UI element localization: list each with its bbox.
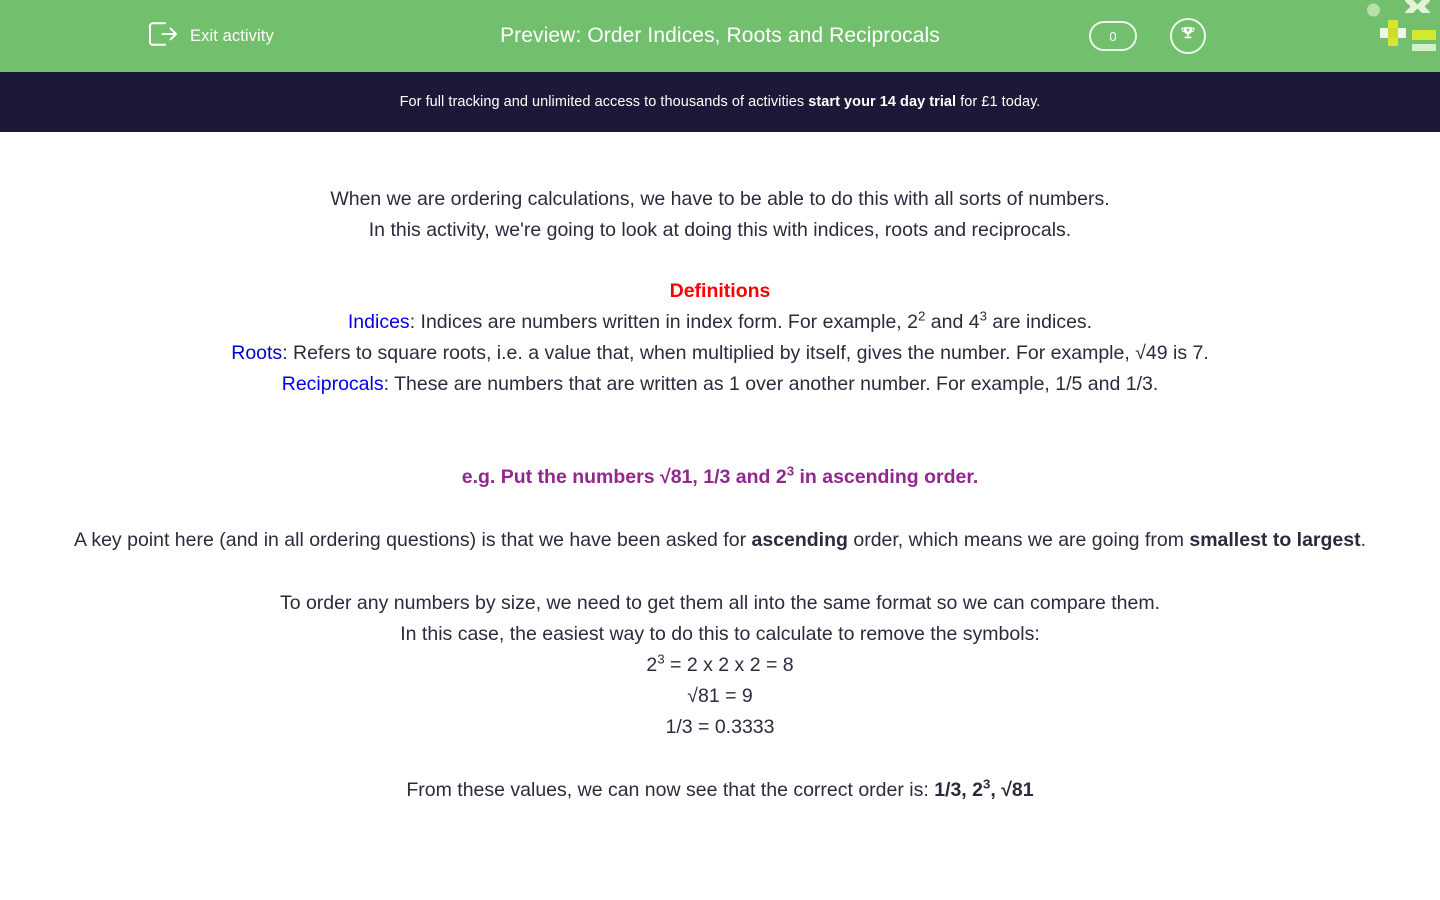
exit-activity-label: Exit activity xyxy=(190,26,274,45)
calc-0-base: 2 xyxy=(646,654,658,676)
promo-trial-highlight[interactable]: start your 14 day trial xyxy=(808,94,956,110)
definition-term-reciprocals: Reciprocals xyxy=(281,373,384,395)
calc-0-rest: = 2 x 2 x 2 = 8 xyxy=(664,654,794,676)
education-quizzes-logo xyxy=(1360,0,1440,56)
key-point-text-2: order, which means we are going from xyxy=(847,529,1190,551)
definition-indices-sup-2: 3 xyxy=(979,308,987,324)
calculation-row: √81 = 9 xyxy=(0,681,1440,712)
calc-1-base: √81 = 9 xyxy=(687,685,753,707)
calc-2-base: 1/3 = 0.3333 xyxy=(665,716,775,738)
conclusion-text: From these values, we can now see that t… xyxy=(406,779,935,801)
method-paragraph: To order any numbers by size, we need to… xyxy=(0,588,1440,650)
definition-reciprocals: Reciprocals: These are numbers that are … xyxy=(0,369,1440,400)
definition-indices: Indices: Indices are numbers written in … xyxy=(0,307,1440,338)
calc-0-sup: 3 xyxy=(657,651,665,667)
conclusion-answer-2: , √81 xyxy=(990,779,1034,801)
key-point-text-1: A key point here (and in all ordering qu… xyxy=(73,529,752,551)
definition-reciprocals-text: : These are numbers that are written as … xyxy=(383,373,1159,395)
example-text-2: in ascending order. xyxy=(794,466,979,488)
definition-indices-text-3: are indices. xyxy=(986,311,1093,333)
score-value: 0 xyxy=(1109,28,1117,44)
calculation-row: 1/3 = 0.3333 xyxy=(0,712,1440,743)
key-point-bold-smallest-largest: smallest to largest xyxy=(1189,529,1361,551)
calculation-row: 23 = 2 x 2 x 2 = 8 xyxy=(0,650,1440,681)
definition-indices-text-1: : Indices are numbers written in index f… xyxy=(409,311,918,333)
method-line-1: To order any numbers by size, we need to… xyxy=(279,592,1161,614)
conclusion-paragraph: From these values, we can now see that t… xyxy=(0,775,1440,806)
promo-text-after: for £1 today. xyxy=(956,94,1041,110)
trophy-button[interactable] xyxy=(1170,18,1206,54)
exit-activity-button[interactable]: Exit activity xyxy=(148,0,274,72)
intro-paragraph: When we are ordering calculations, we ha… xyxy=(0,184,1440,246)
definition-indices-text-2: and 4 xyxy=(925,311,980,333)
intro-line-2: In this activity, we're going to look at… xyxy=(368,219,1072,241)
definition-term-roots: Roots xyxy=(231,342,283,364)
example-sup: 3 xyxy=(786,463,795,479)
exit-arrow-icon xyxy=(148,21,178,52)
conclusion-answer-1: 1/3, 2 xyxy=(934,779,983,801)
activity-content: When we are ordering calculations, we ha… xyxy=(0,132,1440,806)
app-header: Exit activity Preview: Order Indices, Ro… xyxy=(0,0,1440,72)
key-point-text-3: . xyxy=(1360,529,1367,551)
method-line-2: In this case, the easiest way to do this… xyxy=(400,623,1040,645)
definition-roots-text: : Refers to square roots, i.e. a value t… xyxy=(282,342,1209,364)
intro-line-1: When we are ordering calculations, we ha… xyxy=(330,188,1110,210)
example-question: e.g. Put the numbers √81, 1/3 and 23 in … xyxy=(0,462,1440,493)
definition-roots: Roots: Refers to square roots, i.e. a va… xyxy=(0,338,1440,369)
trophy-icon xyxy=(1178,24,1198,49)
promo-text-before: For full tracking and unlimited access t… xyxy=(399,94,809,110)
score-badge[interactable]: 0 xyxy=(1089,21,1137,51)
key-point-paragraph: A key point here (and in all ordering qu… xyxy=(0,525,1440,556)
promo-text: For full tracking and unlimited access t… xyxy=(400,94,1041,110)
example-text-1: e.g. Put the numbers √81, 1/3 and 2 xyxy=(461,466,787,488)
promo-banner: For full tracking and unlimited access t… xyxy=(0,72,1440,132)
definitions-heading: Definitions xyxy=(669,280,771,302)
definition-term-indices: Indices xyxy=(347,311,410,333)
key-point-bold-ascending: ascending xyxy=(751,529,848,551)
